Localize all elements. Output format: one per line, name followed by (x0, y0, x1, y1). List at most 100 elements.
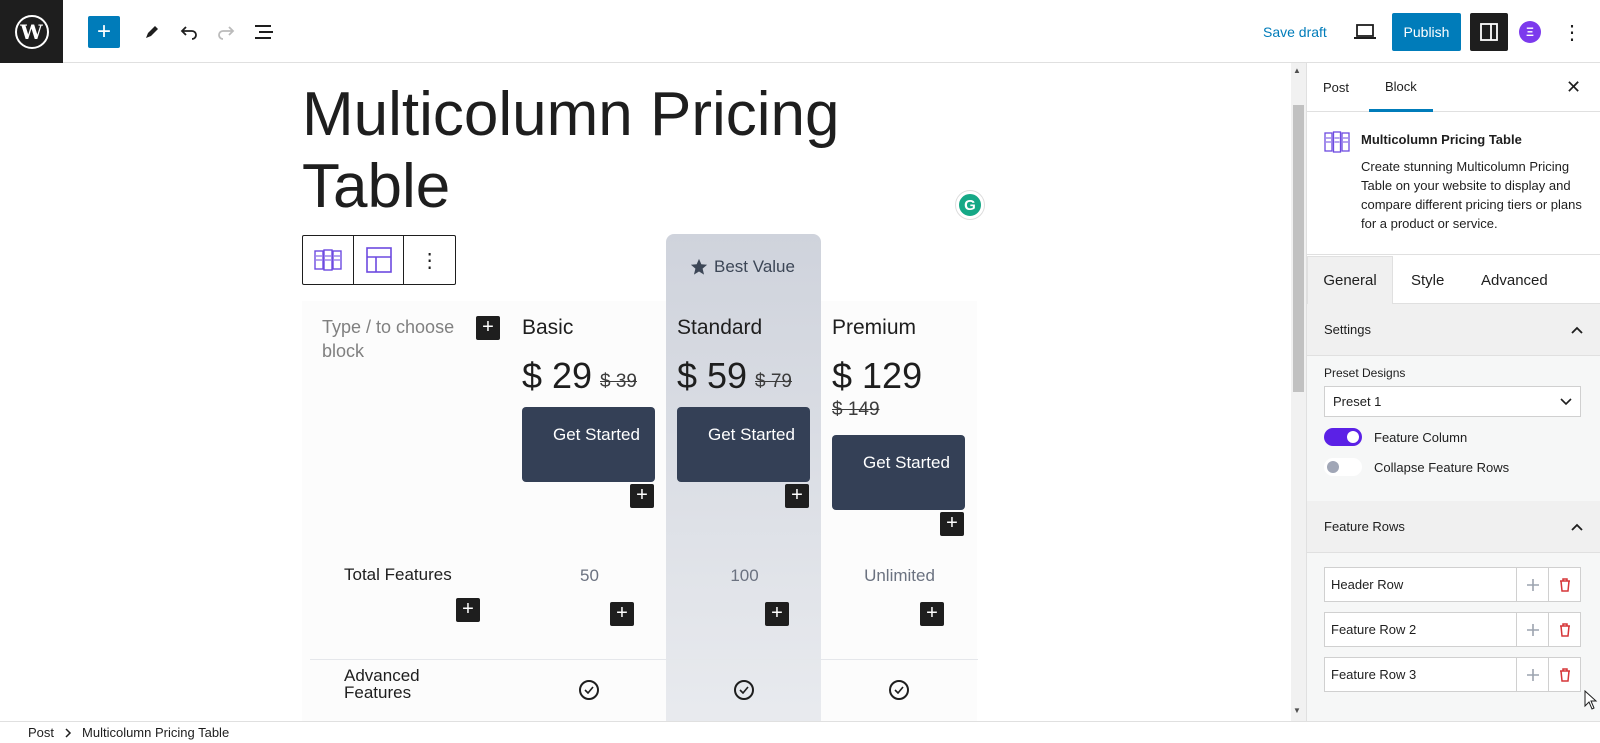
block-toolbar: ⋮ (302, 235, 456, 285)
feature-row-label[interactable]: Feature Row 3 (1325, 658, 1516, 691)
plan-old-price[interactable]: $ 79 (755, 371, 792, 393)
feature-label[interactable]: Total Features (344, 565, 452, 585)
post-title[interactable]: Multicolumn Pricing Table (302, 79, 902, 223)
mouse-cursor-icon (1584, 690, 1598, 710)
redo-icon (218, 26, 235, 40)
move-icon (1526, 623, 1539, 636)
publish-button[interactable]: Publish (1392, 13, 1461, 51)
add-block-button[interactable]: + (630, 484, 654, 508)
save-draft-button[interactable]: Save draft (1263, 24, 1327, 40)
pricing-table-icon (1324, 131, 1350, 153)
add-block-button[interactable]: + (456, 598, 480, 622)
get-started-button[interactable]: Get Started (522, 407, 655, 482)
row-divider (310, 659, 978, 660)
plan-old-price[interactable]: $ 149 (832, 399, 880, 421)
scroll-down-arrow-icon[interactable]: ▼ (1293, 706, 1301, 715)
block-type-button[interactable] (303, 236, 354, 284)
add-block-button[interactable]: + (88, 16, 120, 48)
more-vertical-icon: ⋮ (1562, 21, 1582, 44)
trash-icon (1559, 577, 1570, 592)
feature-label[interactable]: Advanced Features (344, 667, 444, 701)
tab-general[interactable]: General (1307, 256, 1393, 304)
feature-column-toggle[interactable] (1324, 428, 1362, 446)
preset-designs-select[interactable]: Preset 1 (1324, 386, 1581, 417)
grammarly-icon[interactable]: G (956, 191, 984, 219)
delete-row-button[interactable] (1548, 658, 1580, 691)
get-started-button[interactable]: Get Started (832, 435, 965, 510)
document-overview-button[interactable] (248, 16, 280, 48)
desktop-preview-icon (1354, 24, 1376, 39)
star-icon (690, 258, 708, 275)
plan-name[interactable]: Standard (677, 316, 762, 340)
add-block-button[interactable]: + (476, 316, 500, 340)
add-block-button[interactable]: + (940, 512, 964, 536)
add-block-button[interactable]: + (785, 484, 809, 508)
plan-price[interactable]: $ 129 (832, 355, 922, 397)
plan-old-price[interactable]: $ 39 (600, 371, 637, 393)
move-icon (1526, 668, 1539, 681)
sidebar-tabs: Post Block ✕ (1307, 63, 1600, 112)
add-block-button[interactable]: + (920, 602, 944, 626)
add-block-button[interactable]: + (610, 602, 634, 626)
trash-icon (1559, 622, 1570, 637)
editor-top-toolbar: W + Save draft Publish Ξ ⋮ (0, 0, 1600, 63)
block-placeholder[interactable]: Type / to choose block (322, 315, 480, 363)
redo-button[interactable] (210, 16, 242, 48)
plan-price[interactable]: $ 29 (522, 355, 592, 397)
tab-post[interactable]: Post (1307, 63, 1365, 112)
preset-designs-value: Preset 1 (1333, 394, 1382, 409)
close-sidebar-button[interactable]: ✕ (1566, 77, 1581, 98)
undo-button[interactable] (173, 16, 205, 48)
drag-handle[interactable] (1516, 568, 1548, 601)
tools-button[interactable] (136, 16, 168, 48)
delete-row-button[interactable] (1548, 568, 1580, 601)
feature-row-item: Feature Row 2 (1324, 612, 1581, 647)
add-block-button[interactable]: + (765, 602, 789, 626)
feature-row-label[interactable]: Feature Row 2 (1325, 613, 1516, 646)
tab-advanced[interactable]: Advanced (1481, 256, 1548, 304)
feature-column-label: Feature Column (1374, 430, 1468, 445)
preset-designs-label: Preset Designs (1324, 366, 1406, 380)
feature-row-label[interactable]: Header Row (1325, 568, 1516, 601)
feature-value[interactable]: 50 (512, 566, 667, 586)
drag-handle[interactable] (1516, 658, 1548, 691)
chevron-up-icon (1571, 523, 1583, 531)
collapse-feature-rows-label: Collapse Feature Rows (1374, 460, 1510, 475)
scrollbar-thumb[interactable] (1293, 105, 1304, 392)
feature-rows-panel-header[interactable]: Feature Rows (1307, 501, 1600, 553)
settings-panel-toggle[interactable] (1470, 13, 1508, 51)
list-view-icon (255, 25, 273, 39)
best-value-badge: Best Value (690, 257, 795, 277)
wordpress-logo-button[interactable]: W (0, 0, 63, 63)
delete-row-button[interactable] (1548, 613, 1580, 646)
collapse-feature-rows-toggle[interactable] (1324, 458, 1362, 476)
feature-value[interactable]: Unlimited (822, 566, 977, 586)
check-icon (889, 680, 909, 700)
tab-style[interactable]: Style (1411, 256, 1444, 304)
plan-name[interactable]: Premium (832, 316, 916, 340)
undo-icon (180, 26, 197, 40)
options-menu-button[interactable]: ⋮ (1560, 16, 1584, 48)
more-vertical-icon: ⋮ (419, 249, 440, 272)
feature-value[interactable]: 100 (667, 566, 822, 586)
breadcrumb-item-block[interactable]: Multicolumn Pricing Table (82, 725, 229, 740)
feature-rows-panel-title: Feature Rows (1324, 519, 1405, 534)
layout-button[interactable] (354, 236, 405, 284)
get-started-button[interactable]: Get Started (677, 407, 810, 482)
plus-icon: + (96, 18, 111, 45)
plugin-icon[interactable]: Ξ (1519, 21, 1541, 43)
feature-row-item: Feature Row 3 (1324, 657, 1581, 692)
scroll-up-arrow-icon[interactable]: ▲ (1293, 66, 1301, 75)
close-icon: ✕ (1566, 77, 1582, 97)
drag-handle[interactable] (1516, 613, 1548, 646)
plan-price[interactable]: $ 59 (677, 355, 747, 397)
preview-button[interactable] (1349, 16, 1381, 48)
editor-canvas: Multicolumn Pricing Table G ⋮ Best Value… (0, 63, 1291, 721)
breadcrumb-item-post[interactable]: Post (28, 725, 54, 740)
plan-name[interactable]: Basic (522, 316, 573, 340)
chevron-down-icon (1560, 397, 1572, 405)
pricing-table-icon (314, 249, 342, 271)
tab-block[interactable]: Block (1369, 63, 1433, 112)
settings-panel-header[interactable]: Settings (1307, 304, 1600, 356)
block-options-button[interactable]: ⋮ (404, 236, 455, 284)
